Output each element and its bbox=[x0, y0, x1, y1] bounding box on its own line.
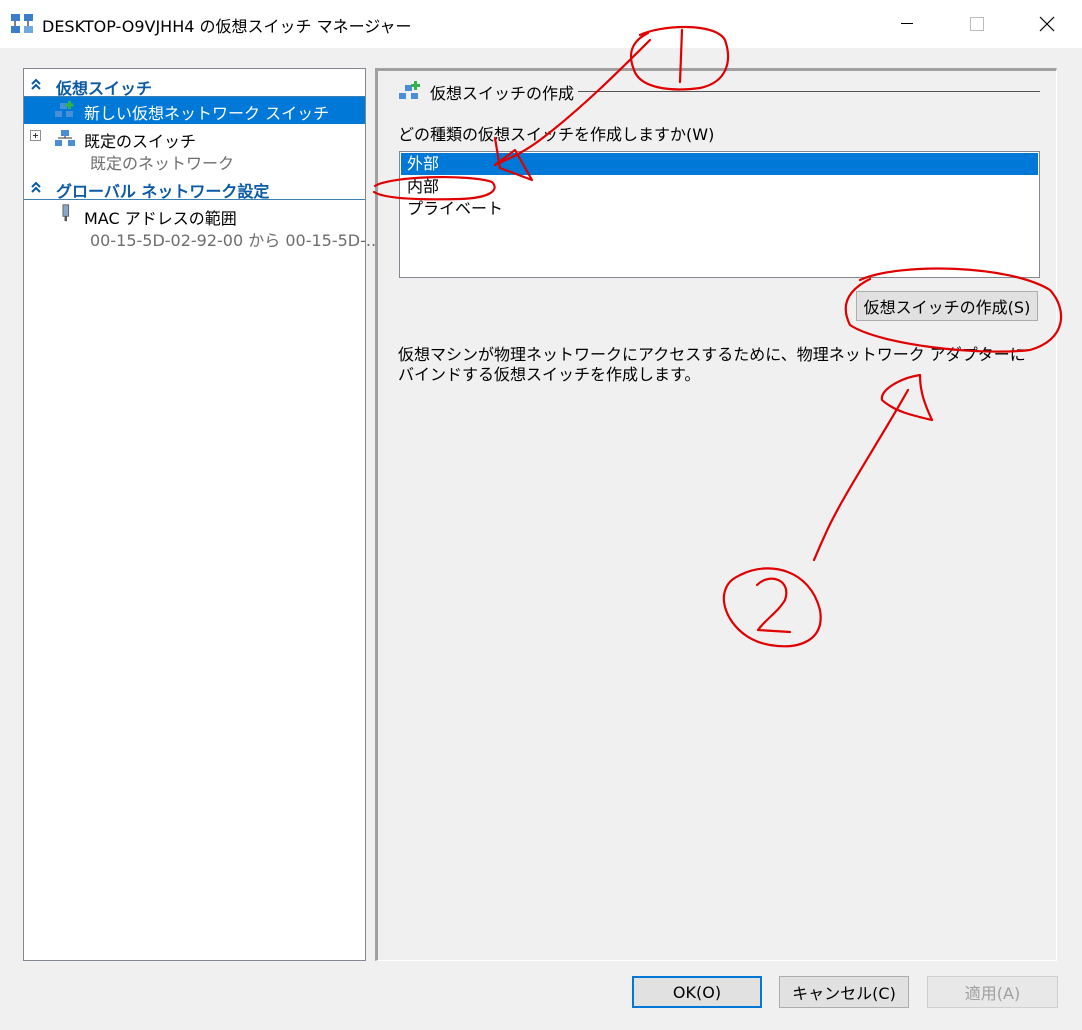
network-manager-icon bbox=[11, 14, 33, 33]
tree-item-sublabel: 既定のネットワーク bbox=[90, 154, 235, 173]
close-button[interactable] bbox=[1012, 0, 1082, 48]
tree-item-sublabel: 00-15-5D-02-92-00 から 00-15-5D-... bbox=[90, 231, 382, 250]
new-switch-icon bbox=[399, 81, 420, 99]
details-panel: 仮想スイッチの作成 どの種類の仮想スイッチを作成しますか(W) 外部 内部 プラ… bbox=[375, 68, 1057, 961]
section-global-network-settings[interactable]: グローバル ネットワーク設定 bbox=[24, 176, 365, 201]
tree-item-mac-range[interactable]: MAC アドレスの範囲 00-15-5D-02-92-00 から 00-15-5… bbox=[24, 203, 381, 251]
navigation-panel: 仮想スイッチ 新しい仮想ネットワーク スイッチ 既定のスイッチ 既定のネットワー… bbox=[23, 68, 381, 961]
section-title: 仮想スイッチの作成 bbox=[430, 84, 575, 103]
network-adapter-icon bbox=[62, 204, 70, 222]
cancel-button[interactable]: キャンセル(C) bbox=[779, 976, 909, 1008]
switch-type-option-internal[interactable]: 内部 bbox=[401, 176, 1038, 198]
expand-icon[interactable] bbox=[30, 130, 41, 141]
switch-type-description: 仮想マシンが物理ネットワークにアクセスするために、物理ネットワーク アダプターに… bbox=[398, 345, 1026, 384]
switch-type-option-private[interactable]: プライベート bbox=[401, 198, 1038, 220]
chevron-up-icon bbox=[31, 78, 41, 90]
title-divider bbox=[578, 91, 1040, 92]
switch-type-option-external[interactable]: 外部 bbox=[401, 153, 1038, 175]
title-bar: DESKTOP-O9VJHH4 の仮想スイッチ マネージャー bbox=[0, 0, 1082, 48]
minimize-icon bbox=[901, 23, 913, 24]
new-switch-icon bbox=[55, 101, 74, 117]
switch-icon bbox=[55, 130, 75, 146]
switch-type-label: どの種類の仮想スイッチを作成しますか(W) bbox=[398, 125, 715, 144]
section-label: 仮想スイッチ bbox=[56, 79, 153, 98]
maximize-button[interactable] bbox=[942, 0, 1012, 48]
section-label: グローバル ネットワーク設定 bbox=[56, 182, 270, 201]
tree-item-label: 新しい仮想ネットワーク スイッチ bbox=[84, 104, 330, 123]
window-title: DESKTOP-O9VJHH4 の仮想スイッチ マネージャー bbox=[42, 17, 412, 36]
switch-type-listbox[interactable]: 外部 内部 プライベート bbox=[399, 151, 1040, 278]
minimize-button[interactable] bbox=[872, 0, 942, 48]
close-icon bbox=[1039, 16, 1055, 32]
tree-item-label: MAC アドレスの範囲 bbox=[84, 209, 237, 228]
ok-button[interactable]: OK(O) bbox=[632, 976, 762, 1008]
maximize-icon bbox=[970, 17, 984, 31]
chevron-up-icon bbox=[31, 181, 41, 193]
section-virtual-switches[interactable]: 仮想スイッチ bbox=[24, 73, 365, 98]
tree-item-new-switch[interactable]: 新しい仮想ネットワーク スイッチ bbox=[24, 97, 365, 124]
apply-button[interactable]: 適用(A) bbox=[927, 976, 1058, 1008]
tree-item-default-switch[interactable]: 既定のスイッチ 既定のネットワーク bbox=[24, 126, 365, 173]
tree-item-label: 既定のスイッチ bbox=[84, 132, 197, 151]
create-switch-button[interactable]: 仮想スイッチの作成(S) bbox=[856, 291, 1038, 321]
